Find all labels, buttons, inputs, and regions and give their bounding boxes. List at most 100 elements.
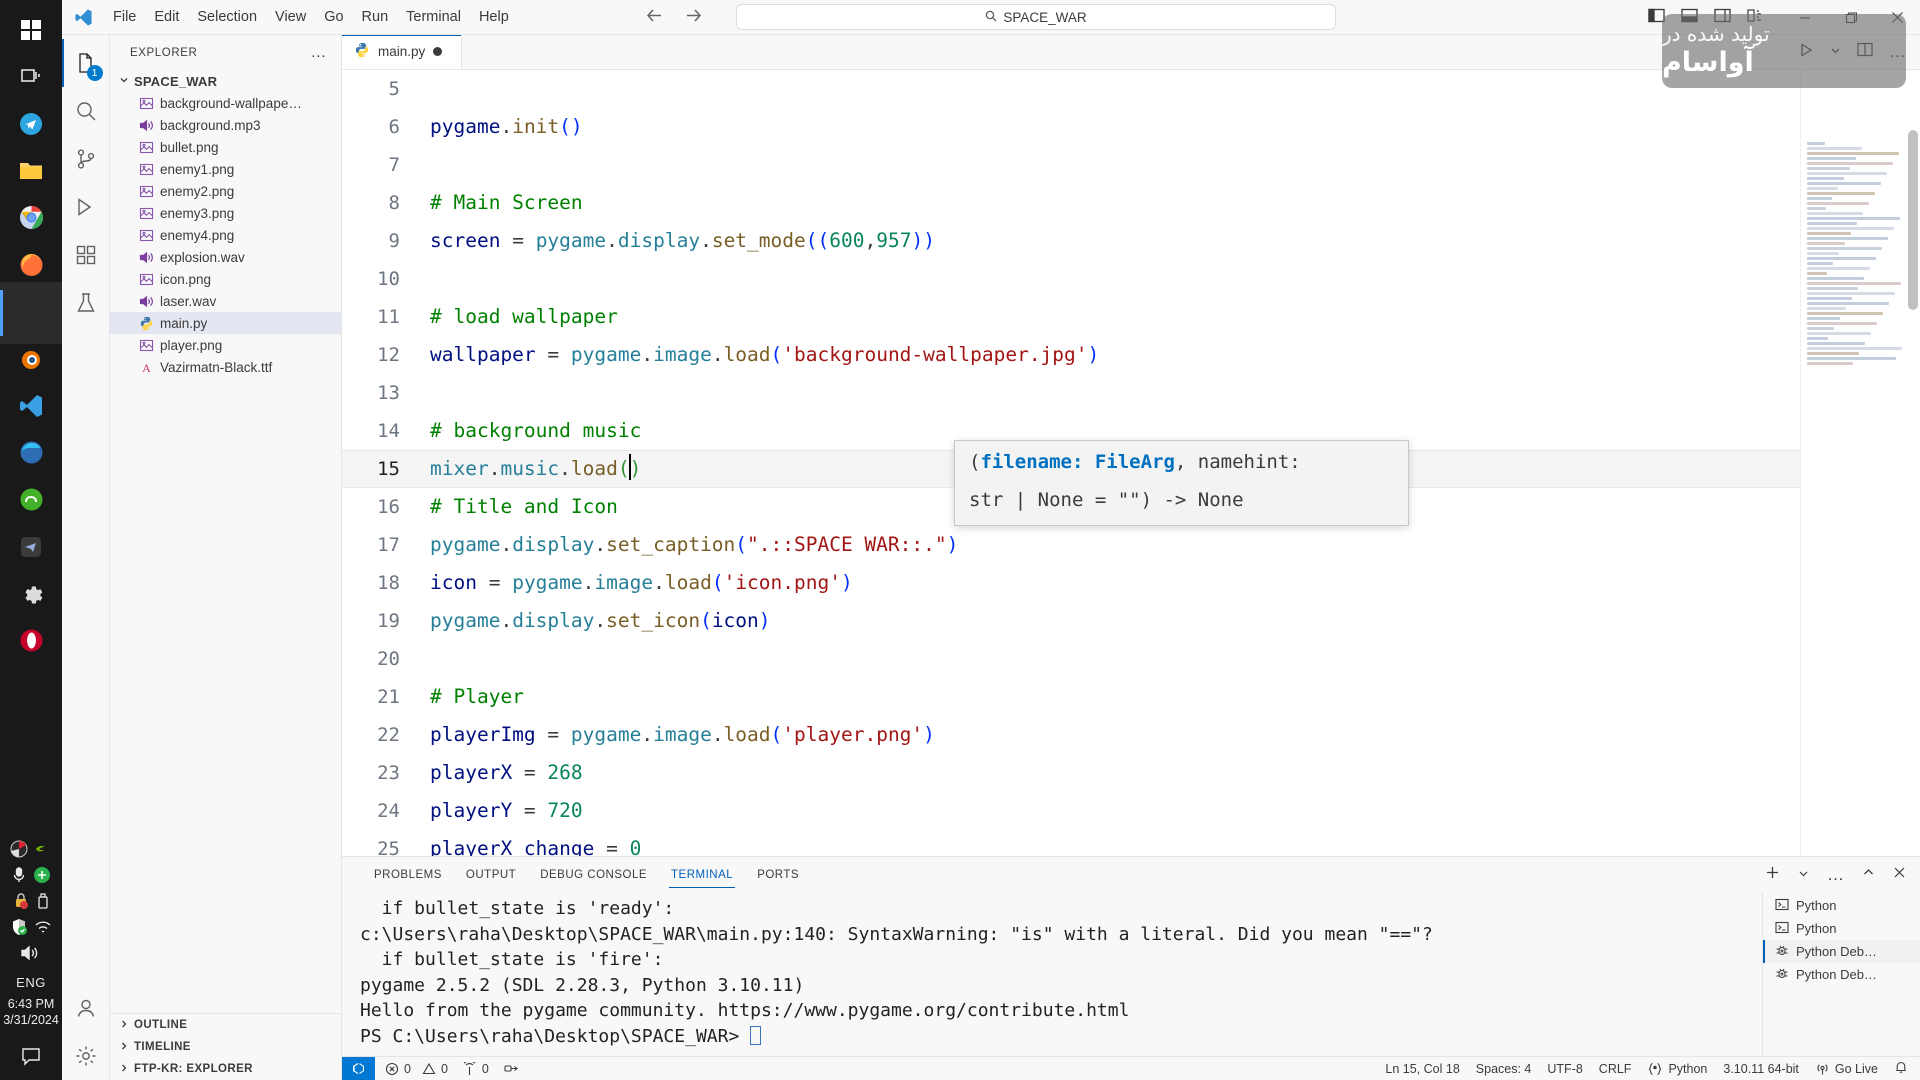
telegram-icon[interactable] [0, 100, 62, 147]
code-line[interactable]: 7 [342, 146, 1800, 184]
sidebar-item-extensions[interactable] [62, 231, 110, 279]
code-line[interactable]: 24playerY = 720 [342, 792, 1800, 830]
microphone-icon[interactable] [11, 866, 27, 888]
tree-file-item[interactable]: main.py [110, 312, 341, 334]
task-view-icon[interactable] [0, 53, 62, 100]
code-line[interactable]: 20 [342, 640, 1800, 678]
code-line[interactable]: 12wallpaper = pygame.image.load('backgro… [342, 336, 1800, 374]
firefox-icon[interactable] [0, 241, 62, 288]
notification-center-icon[interactable] [0, 1036, 62, 1076]
tab-output[interactable]: OUTPUT [454, 857, 528, 892]
editor-scrollbar[interactable] [1906, 70, 1920, 856]
menu-file[interactable]: File [104, 3, 145, 31]
command-center[interactable]: SPACE_WAR [736, 4, 1336, 30]
status-language-mode[interactable]: Python [1647, 1062, 1707, 1076]
terminal-list-item[interactable]: Python Deb… [1763, 940, 1920, 963]
minimap[interactable] [1800, 70, 1920, 856]
tree-file-item[interactable]: enemy3.png [110, 202, 341, 224]
menu-view[interactable]: View [266, 3, 315, 31]
tree-file-item[interactable]: player.png [110, 334, 341, 356]
usb-icon[interactable] [36, 892, 50, 914]
tree-file-item[interactable]: background.mp3 [110, 114, 341, 136]
tab-debug-console[interactable]: DEBUG CONSOLE [528, 857, 659, 892]
tree-file-item[interactable]: AVazirmatn-Black.ttf [110, 356, 341, 378]
vscode-icon[interactable] [0, 382, 62, 429]
menu-run[interactable]: Run [353, 3, 398, 31]
tab-terminal[interactable]: TERMINAL [659, 857, 745, 892]
editor-scrollbar-thumb[interactable] [1908, 130, 1918, 310]
code-line[interactable]: 21# Player [342, 678, 1800, 716]
network-green-icon[interactable] [33, 866, 51, 888]
bell-icon[interactable] [1894, 1060, 1908, 1077]
tree-file-item[interactable]: enemy1.png [110, 158, 341, 180]
close-panel-icon[interactable] [1893, 866, 1906, 883]
terminal-list-item[interactable]: Python [1763, 894, 1920, 917]
manage-settings-gear-icon[interactable] [62, 1032, 110, 1080]
section-ftp-kr-explorer[interactable]: FTP-KR: EXPLORER [110, 1058, 341, 1080]
sidebar-item-explorer[interactable]: 1 [62, 39, 110, 87]
status-eol[interactable]: CRLF [1599, 1062, 1632, 1076]
tab-main-py[interactable]: main.py [342, 35, 462, 69]
tree-file-item[interactable]: bullet.png [110, 136, 341, 158]
menu-go[interactable]: Go [315, 3, 352, 31]
code-line[interactable]: 13 [342, 374, 1800, 412]
code-line[interactable]: 19pygame.display.set_icon(icon) [342, 602, 1800, 640]
go-back-icon[interactable] [646, 8, 663, 27]
status-cursor-position[interactable]: Ln 15, Col 18 [1385, 1062, 1459, 1076]
section-timeline[interactable]: TIMELINE [110, 1036, 341, 1058]
sidebar-item-run-and-debug[interactable] [62, 183, 110, 231]
file-explorer-icon[interactable] [0, 147, 62, 194]
windows-start-icon[interactable] [0, 6, 62, 53]
status-ftp-icon[interactable] [503, 1062, 519, 1076]
tree-file-item[interactable]: background-wallpape… [110, 92, 341, 114]
graphics-icon[interactable] [10, 840, 28, 862]
tree-file-item[interactable]: icon.png [110, 268, 341, 290]
sidebar-item-testing[interactable] [62, 279, 110, 327]
code-line[interactable]: 18icon = pygame.image.load('icon.png') [342, 564, 1800, 602]
status-indentation[interactable]: Spaces: 4 [1476, 1062, 1532, 1076]
go-forward-icon[interactable] [685, 8, 702, 27]
sidebar-item-source-control[interactable] [62, 135, 110, 183]
explorer-more-actions-icon[interactable]: … [304, 48, 333, 58]
terminal-list-item[interactable]: Python [1763, 917, 1920, 940]
clock[interactable]: 6:43 PM 3/31/2024 [3, 996, 59, 1034]
code-line[interactable]: 5 [342, 70, 1800, 108]
tab-ports[interactable]: PORTS [745, 857, 811, 892]
code-line[interactable]: 6pygame.init() [342, 108, 1800, 146]
terminal-output[interactable]: if bullet_state is 'ready':c:\Users\raha… [342, 892, 1762, 1056]
telegram-desktop-icon[interactable] [0, 523, 62, 570]
nvidia-icon[interactable] [34, 842, 52, 860]
input-language[interactable]: ENG [16, 969, 46, 994]
status-go-live[interactable]: Go Live [1815, 1062, 1878, 1076]
section-outline[interactable]: OUTLINE [110, 1014, 341, 1036]
panel-more-actions-icon[interactable]: … [1827, 871, 1844, 879]
tab-problems[interactable]: PROBLEMS [362, 857, 454, 892]
new-terminal-icon[interactable] [1765, 865, 1780, 884]
new-terminal-dropdown-icon[interactable] [1798, 866, 1809, 883]
tree-file-item[interactable]: explosion.wav [110, 246, 341, 268]
code-line[interactable]: 10 [342, 260, 1800, 298]
code-line[interactable]: 23playerX = 268 [342, 754, 1800, 792]
accounts-icon[interactable] [62, 984, 110, 1032]
status-ports[interactable]: 0 [462, 1062, 489, 1076]
defender-icon[interactable] [10, 918, 28, 940]
tree-file-item[interactable]: laser.wav [110, 290, 341, 312]
code-line[interactable]: 8# Main Screen [342, 184, 1800, 222]
status-problems[interactable]: 0 0 [385, 1062, 448, 1076]
code-line[interactable]: 11# load wallpaper [342, 298, 1800, 336]
menu-selection[interactable]: Selection [188, 3, 266, 31]
chrome-icon[interactable] [0, 194, 62, 241]
remote-window-button[interactable] [342, 1057, 375, 1080]
tree-root-folder[interactable]: SPACE_WAR [110, 70, 341, 92]
code-line[interactable]: 9screen = pygame.display.set_mode((600,9… [342, 222, 1800, 260]
tree-file-item[interactable]: enemy2.png [110, 180, 341, 202]
settings-icon[interactable] [0, 570, 62, 617]
menu-help[interactable]: Help [470, 3, 518, 31]
terminal-list-item[interactable]: Python Deb… [1763, 963, 1920, 986]
volume-icon[interactable] [20, 944, 42, 966]
edge-icon[interactable] [0, 429, 62, 476]
wifi-icon[interactable] [34, 919, 52, 939]
status-interpreter[interactable]: 3.10.11 64-bit [1723, 1062, 1799, 1076]
security-lock-icon[interactable] [12, 892, 30, 914]
menu-edit[interactable]: Edit [145, 3, 188, 31]
